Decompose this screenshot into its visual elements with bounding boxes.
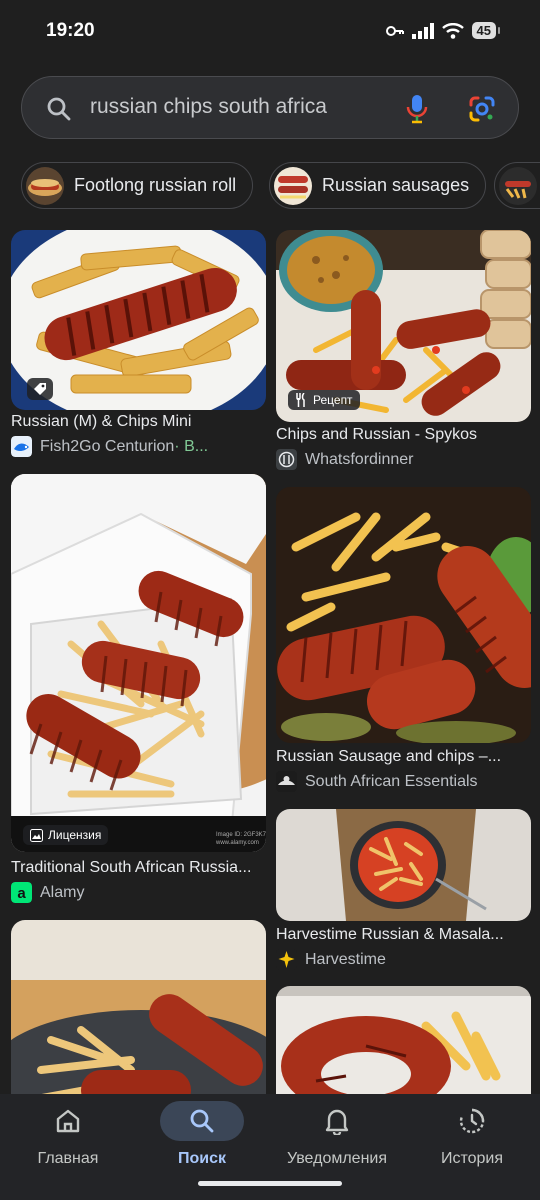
home-indicator[interactable] <box>198 1181 342 1186</box>
result-image[interactable] <box>276 986 531 1094</box>
history-icon <box>459 1108 485 1134</box>
result-image[interactable] <box>11 920 266 1094</box>
source-extra: · B... <box>174 437 209 455</box>
result-source[interactable]: Fish2Go Centurion · B... <box>11 436 266 457</box>
utensils-icon <box>296 393 305 407</box>
result-card[interactable] <box>11 920 266 1094</box>
search-icon <box>190 1109 214 1133</box>
badge-label: Рецепт <box>313 393 353 407</box>
chip-thumbnail <box>274 166 312 205</box>
result-title[interactable]: Traditional South African Russia... <box>11 859 266 877</box>
result-title[interactable]: Russian (M) & Chips Mini <box>11 413 266 431</box>
result-title[interactable]: Harvestime Russian & Masala... <box>276 926 531 944</box>
chip-thumbnail <box>499 166 537 205</box>
result-source[interactable]: South African Essentials <box>276 771 531 792</box>
result-source[interactable]: a Alamy <box>11 882 266 903</box>
result-source[interactable]: Harvestime <box>276 949 531 970</box>
source-name: South African Essentials <box>305 772 478 790</box>
home-icon <box>56 1109 80 1133</box>
source-name: Harvestime <box>305 950 386 968</box>
google-lens-icon[interactable] <box>468 95 496 123</box>
search-input[interactable] <box>90 95 390 119</box>
license-badge[interactable]: Лицензия <box>23 825 109 845</box>
result-card[interactable]: Russian Sausage and chips –... South Afr… <box>276 487 531 797</box>
source-favicon <box>11 436 32 457</box>
result-card[interactable]: Harvestime Russian & Masala... Harvestim… <box>276 809 531 970</box>
battery-indicator: 45 <box>471 22 501 39</box>
chip-label: Footlong russian roll <box>74 175 237 195</box>
search-icon <box>47 97 71 121</box>
image-icon <box>30 828 43 842</box>
result-title[interactable]: Chips and Russian - Spykos <box>276 426 531 444</box>
suggestion-chips: Footlong russian roll Russian sausages <box>21 162 540 210</box>
result-image[interactable] <box>276 487 531 743</box>
search-bar[interactable] <box>21 76 519 139</box>
tag-icon <box>34 383 46 395</box>
nav-label: Главная <box>37 1150 99 1167</box>
chip-russian-sausages[interactable]: Russian sausages <box>269 162 487 209</box>
nav-search[interactable]: Поиск <box>142 1101 262 1168</box>
key-icon <box>385 25 404 36</box>
source-favicon <box>276 449 297 470</box>
nav-label: История <box>440 1150 504 1167</box>
chip-more[interactable] <box>494 162 540 209</box>
recipe-badge[interactable]: Рецепт <box>288 390 360 410</box>
wifi-icon <box>441 22 464 39</box>
svg-text:www.alamy.com: www.alamy.com <box>215 840 259 846</box>
chip-thumbnail <box>26 166 64 205</box>
result-card[interactable]: Рецепт Chips and Russian - Spykos Whatsf… <box>276 230 531 475</box>
source-name: Alamy <box>40 883 85 901</box>
nav-history[interactable]: История <box>412 1104 532 1168</box>
source-name: Fish2Go Centurion <box>40 437 175 455</box>
result-source[interactable]: Whatsfordinner <box>276 449 531 470</box>
result-image[interactable] <box>276 809 531 921</box>
status-bar: 19:20 45 <box>0 0 540 66</box>
result-card[interactable]: Image ID: 2GF3K7X www.alamy.com Лицензия… <box>11 474 266 904</box>
result-card[interactable] <box>276 986 531 1094</box>
result-image[interactable]: Image ID: 2GF3K7X www.alamy.com <box>11 474 266 852</box>
tag-badge <box>27 378 53 400</box>
active-indicator <box>160 1101 244 1141</box>
bell-icon <box>325 1109 349 1135</box>
svg-text:Image ID: 2GF3K7X: Image ID: 2GF3K7X <box>216 832 266 838</box>
nav-label: Уведомления <box>286 1150 388 1167</box>
source-favicon: a <box>11 882 32 903</box>
chip-footlong-russian-roll[interactable]: Footlong russian roll <box>21 162 254 209</box>
result-card[interactable]: Russian (M) & Chips Mini Fish2Go Centuri… <box>11 230 266 460</box>
svg-text:a: a <box>17 885 26 902</box>
source-favicon <box>276 771 297 792</box>
badge-label: Лицензия <box>48 828 102 842</box>
nav-notifications[interactable]: Уведомления <box>277 1104 397 1168</box>
nav-label: Поиск <box>177 1150 226 1167</box>
status-time: 19:20 <box>46 20 95 41</box>
result-title[interactable]: Russian Sausage and chips –... <box>276 748 531 766</box>
source-name: Whatsfordinner <box>305 450 414 468</box>
source-favicon <box>276 949 297 970</box>
signal-icon <box>411 22 434 39</box>
chip-label: Russian sausages <box>322 175 470 195</box>
status-icons: 45 <box>385 22 501 39</box>
microphone-icon[interactable] <box>406 94 428 124</box>
nav-home[interactable]: Главная <box>8 1104 128 1168</box>
